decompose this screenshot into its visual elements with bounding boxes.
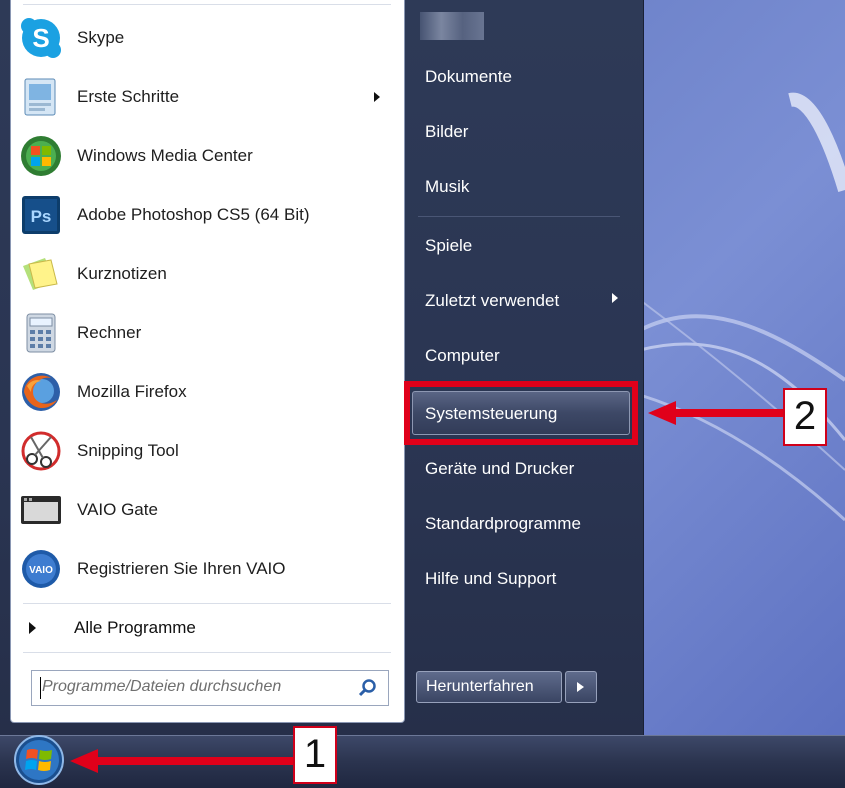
right-item-hilfe-und-support[interactable]: Hilfe und Support <box>425 569 556 589</box>
highlight-box <box>404 381 638 445</box>
program-photoshop[interactable]: Ps Adobe Photoshop CS5 (64 Bit) <box>11 187 404 243</box>
right-item-zuletzt-verwendet[interactable]: Zuletzt verwendet <box>425 291 559 311</box>
chevron-right-icon <box>577 682 584 692</box>
program-label: Rechner <box>77 323 142 342</box>
program-label: Adobe Photoshop CS5 (64 Bit) <box>77 205 310 224</box>
callout-1: 1 <box>293 726 337 784</box>
program-kurznotizen[interactable]: Kurznotizen <box>11 246 404 302</box>
submenu-arrow-icon <box>612 293 618 303</box>
right-item-dokumente[interactable]: Dokumente <box>425 67 512 87</box>
program-vaio-gate[interactable]: VAIO Gate <box>11 482 404 538</box>
program-rechner[interactable]: Rechner <box>11 305 404 361</box>
program-label: Kurznotizen <box>77 264 167 283</box>
right-item-bilder[interactable]: Bilder <box>425 122 468 142</box>
expand-arrow-icon <box>29 622 36 634</box>
svg-text:S: S <box>32 23 49 53</box>
all-programs-label: Alle Programme <box>74 618 196 637</box>
search-placeholder: Programme/Dateien durchsuchen <box>42 678 282 695</box>
skype-icon: S <box>21 18 61 58</box>
program-erste-schritte[interactable]: Erste Schritte <box>11 69 404 125</box>
search-input[interactable]: Programme/Dateien durchsuchen <box>31 670 389 706</box>
program-label: Skype <box>77 28 125 47</box>
programs-pane: S Skype Erste Schritte Windows Media Cen… <box>10 0 405 723</box>
arrow-to-control-panel-icon <box>648 401 784 425</box>
user-picture[interactable] <box>420 12 484 40</box>
program-label: Snipping Tool <box>77 441 179 460</box>
program-label: Mozilla Firefox <box>77 382 187 401</box>
calculator-icon <box>26 313 56 353</box>
getting-started-icon <box>24 78 56 116</box>
separator <box>23 603 391 604</box>
right-item-standardprogramme[interactable]: Standardprogramme <box>425 514 581 534</box>
program-label: Windows Media Center <box>77 146 253 165</box>
vaio-register-icon: VAIO <box>22 550 60 588</box>
text-caret <box>40 677 41 699</box>
media-center-icon <box>21 136 61 176</box>
all-programs-button[interactable]: Alle Programme <box>11 610 404 646</box>
photoshop-icon: Ps <box>22 196 60 234</box>
program-label: Erste Schritte <box>77 87 180 106</box>
firefox-icon <box>22 373 60 411</box>
shutdown-button[interactable]: Herunterfahren <box>416 671 562 703</box>
shutdown-options-button[interactable] <box>565 671 597 703</box>
snipping-tool-icon <box>21 431 61 471</box>
separator <box>418 216 620 217</box>
sticky-notes-icon <box>23 258 58 290</box>
program-windows-media-center[interactable]: Windows Media Center <box>11 128 404 184</box>
program-vaio-register[interactable]: VAIO Registrieren Sie Ihren VAIO <box>11 541 404 597</box>
program-snipping-tool[interactable]: Snipping Tool <box>11 423 404 479</box>
start-orb-icon[interactable] <box>10 733 68 785</box>
right-item-spiele[interactable]: Spiele <box>425 236 472 256</box>
svg-text:Ps: Ps <box>31 207 52 226</box>
arrow-to-start-icon <box>70 749 300 773</box>
program-skype[interactable]: S Skype <box>11 10 404 66</box>
right-item-musik[interactable]: Musik <box>425 177 469 197</box>
separator <box>23 652 391 653</box>
separator <box>23 4 391 5</box>
search-icon[interactable] <box>358 678 378 698</box>
program-firefox[interactable]: Mozilla Firefox <box>11 364 404 420</box>
right-item-computer[interactable]: Computer <box>425 346 500 366</box>
program-label: VAIO Gate <box>77 500 158 519</box>
start-menu: S Skype Erste Schritte Windows Media Cen… <box>0 0 644 735</box>
shutdown-label: Herunterfahren <box>426 678 534 695</box>
right-item-geraete-und-drucker[interactable]: Geräte und Drucker <box>425 459 574 479</box>
vaio-gate-icon <box>21 496 61 524</box>
svg-text:VAIO: VAIO <box>29 565 53 576</box>
submenu-arrow-icon <box>374 92 380 102</box>
callout-2: 2 <box>783 388 827 446</box>
program-label: Registrieren Sie Ihren VAIO <box>77 559 286 578</box>
